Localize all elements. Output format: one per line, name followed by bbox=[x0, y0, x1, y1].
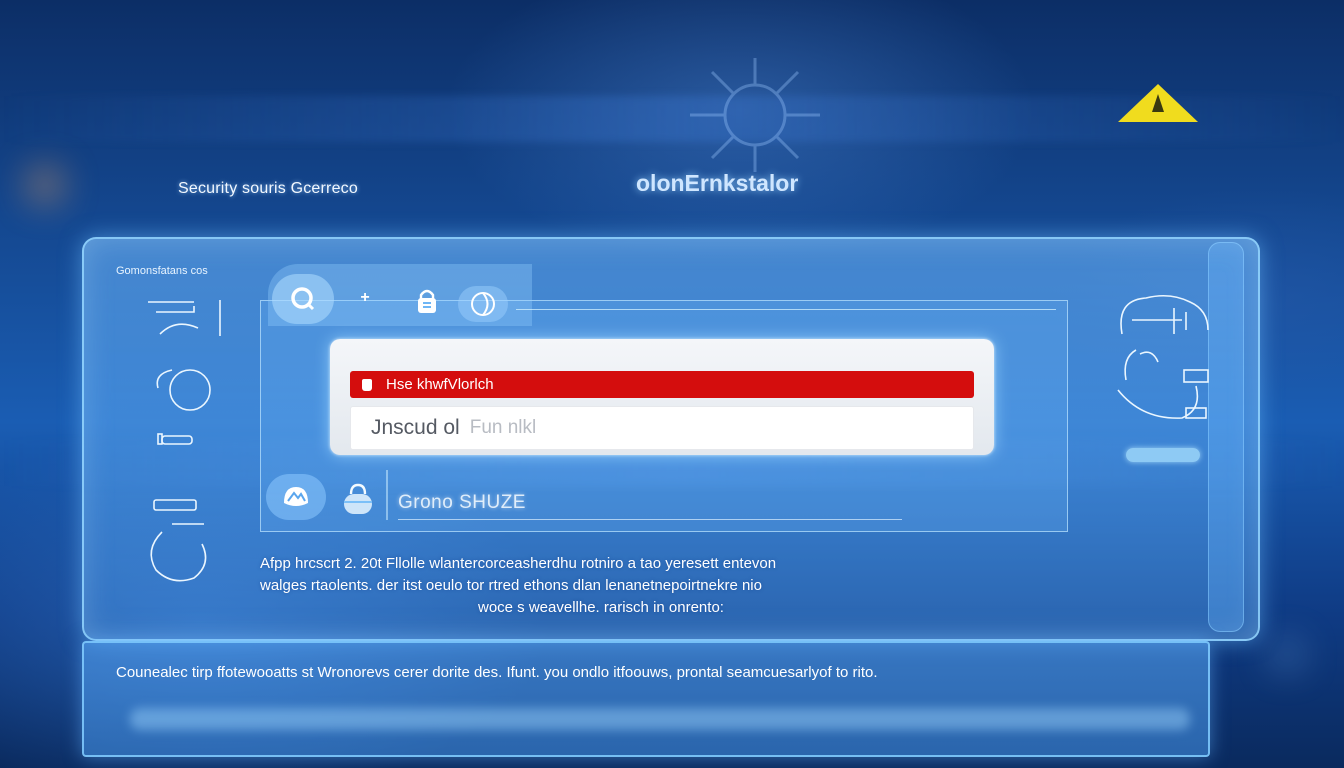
dialog-input-field[interactable]: Jnscud ol Fun nlkl bbox=[350, 406, 974, 450]
lock-icon bbox=[418, 289, 436, 313]
right-status-pill[interactable] bbox=[1126, 448, 1200, 462]
alert-icon bbox=[362, 378, 372, 391]
search-icon bbox=[291, 287, 315, 311]
shield-button[interactable] bbox=[266, 474, 326, 520]
description-text: Afpp hrcscrt 2. 20t Fllolle wlantercorce… bbox=[260, 553, 960, 619]
globe-icon bbox=[471, 292, 495, 316]
input-value: Jnscud ol bbox=[371, 416, 460, 439]
person-icon bbox=[1117, 294, 1209, 419]
sidebar-item-bar-icon[interactable] bbox=[150, 496, 202, 516]
description-line: walges rtaolents. der itst oeulo tor rtr… bbox=[260, 577, 762, 594]
footer-panel bbox=[82, 641, 1210, 757]
alert-banner: Hse khwfVlorlch bbox=[350, 371, 974, 398]
brand-logo-text: olonErnkstalor bbox=[636, 170, 799, 196]
shield-icon bbox=[284, 487, 308, 506]
sidebar-item-key-icon[interactable] bbox=[152, 430, 198, 450]
status-underline bbox=[398, 519, 902, 520]
virus-icon bbox=[690, 58, 820, 172]
sidebar-item-user-icon[interactable] bbox=[150, 366, 220, 414]
toolbar-divider bbox=[516, 309, 1056, 310]
sidebar-heading: Gomonsfatans cos bbox=[116, 265, 208, 277]
alert-text: Hse khwfVlorlch bbox=[386, 376, 494, 393]
add-button[interactable]: + bbox=[352, 286, 378, 310]
sidebar-item-monitor-icon[interactable] bbox=[146, 296, 224, 340]
warning-icon bbox=[1118, 84, 1198, 122]
plus-icon: + bbox=[360, 289, 370, 306]
search-button[interactable] bbox=[272, 274, 334, 324]
description-line: woce s weavellhe. rarisch in onrento: bbox=[478, 599, 724, 616]
description-line: Afpp hrcscrt 2. 20t Fllolle wlantercorce… bbox=[260, 555, 777, 572]
status-label: Grono SHUZE bbox=[398, 492, 526, 513]
status-divider bbox=[386, 470, 388, 520]
app-title: Security souris Gcerreco bbox=[178, 180, 358, 197]
input-placeholder: Fun nlkl bbox=[469, 417, 537, 438]
footer-blurred-bar bbox=[130, 708, 1190, 730]
sidebar-item-profile-icon[interactable] bbox=[142, 520, 214, 590]
lock-button[interactable] bbox=[410, 284, 444, 318]
background-light bbox=[28, 168, 62, 202]
footer-text: Counealec tirp ffotewooatts st Wronorevs… bbox=[116, 664, 878, 681]
background-light bbox=[1272, 640, 1302, 670]
globe-button[interactable] bbox=[458, 286, 508, 322]
bag-icon[interactable] bbox=[340, 482, 376, 518]
